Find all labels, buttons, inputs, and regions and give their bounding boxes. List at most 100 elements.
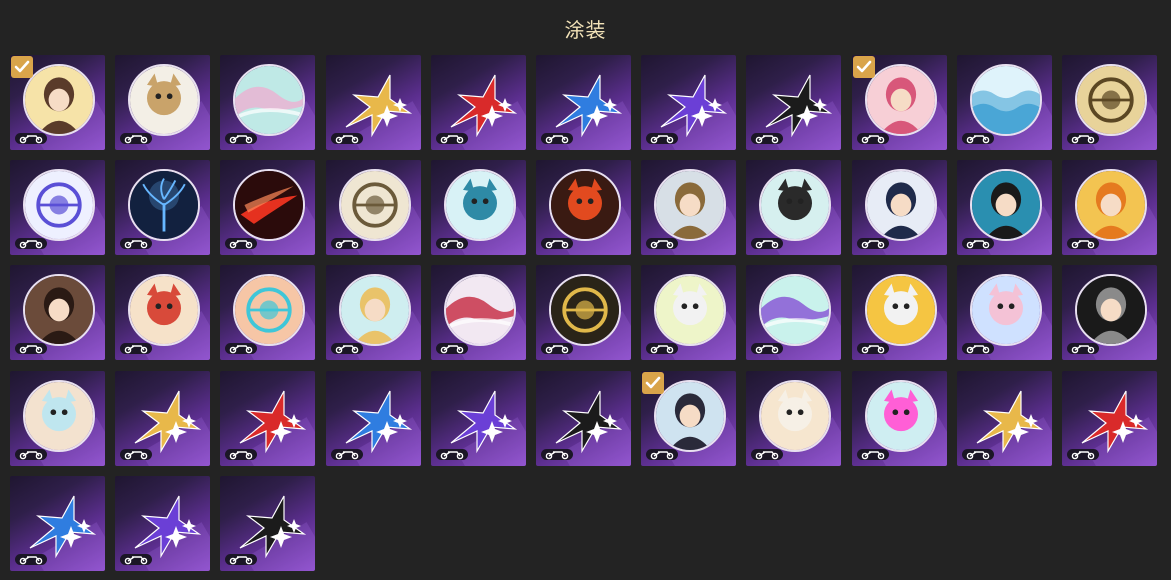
pink-character-icon bbox=[865, 64, 937, 136]
gold-emblem-icon bbox=[1075, 64, 1147, 136]
motorcycle-icon bbox=[646, 237, 678, 250]
skin-card[interactable] bbox=[1062, 55, 1157, 150]
skin-card[interactable] bbox=[852, 160, 947, 255]
skin-card[interactable] bbox=[220, 476, 315, 571]
motorcycle-icon bbox=[646, 448, 678, 461]
skin-card[interactable] bbox=[115, 371, 210, 466]
sheep-character-icon bbox=[865, 274, 937, 346]
checkmark-icon bbox=[11, 56, 33, 78]
skin-card[interactable] bbox=[10, 160, 105, 255]
checkmark-icon bbox=[642, 372, 664, 394]
skin-card[interactable] bbox=[641, 55, 736, 150]
skin-card[interactable] bbox=[1062, 265, 1157, 360]
motorcycle-icon bbox=[120, 448, 152, 461]
skin-card[interactable] bbox=[1062, 371, 1157, 466]
motorcycle-icon bbox=[1067, 342, 1099, 355]
skin-card[interactable] bbox=[746, 265, 841, 360]
skin-card[interactable] bbox=[115, 160, 210, 255]
skin-card[interactable] bbox=[641, 265, 736, 360]
skin-card[interactable] bbox=[220, 160, 315, 255]
skin-card[interactable] bbox=[957, 55, 1052, 150]
motorcycle-icon bbox=[751, 448, 783, 461]
white-hair-character-icon bbox=[759, 380, 831, 452]
skin-card[interactable] bbox=[957, 371, 1052, 466]
motorcycle-icon bbox=[962, 237, 994, 250]
motorcycle-icon bbox=[15, 448, 47, 461]
skin-card[interactable] bbox=[431, 371, 526, 466]
bunny-character-icon bbox=[654, 274, 726, 346]
skin-card[interactable] bbox=[1062, 160, 1157, 255]
motorcycle-icon bbox=[962, 342, 994, 355]
waves-icon bbox=[970, 64, 1042, 136]
motorcycle-icon bbox=[1067, 132, 1099, 145]
motorcycle-icon bbox=[120, 132, 152, 145]
black-hair-character-icon bbox=[654, 380, 726, 452]
skin-card[interactable] bbox=[115, 265, 210, 360]
blonde-character-icon bbox=[339, 274, 411, 346]
skin-card[interactable] bbox=[957, 160, 1052, 255]
motorcycle-icon bbox=[1067, 237, 1099, 250]
pink-cat-icon bbox=[865, 380, 937, 452]
skin-card[interactable] bbox=[431, 160, 526, 255]
skin-card[interactable] bbox=[10, 476, 105, 571]
motorcycle-icon bbox=[120, 553, 152, 566]
skin-card[interactable] bbox=[746, 55, 841, 150]
skin-card[interactable] bbox=[326, 55, 421, 150]
skin-card[interactable] bbox=[957, 265, 1052, 360]
pastel-swirl-icon bbox=[233, 64, 305, 136]
skin-card[interactable] bbox=[326, 265, 421, 360]
motorcycle-icon bbox=[120, 342, 152, 355]
skin-card[interactable] bbox=[536, 265, 631, 360]
gold-wings-icon bbox=[549, 274, 621, 346]
motorcycle-icon bbox=[857, 448, 889, 461]
skin-card[interactable] bbox=[220, 55, 315, 150]
skin-card[interactable] bbox=[220, 265, 315, 360]
skin-card[interactable] bbox=[431, 265, 526, 360]
dark-robot-icon bbox=[1075, 274, 1147, 346]
ring-planet-icon bbox=[339, 169, 411, 241]
skin-card[interactable] bbox=[115, 476, 210, 571]
skin-card[interactable] bbox=[431, 55, 526, 150]
motorcycle-icon bbox=[751, 342, 783, 355]
teal-figure-icon bbox=[23, 380, 95, 452]
glowing-tree-icon bbox=[128, 169, 200, 241]
skin-card[interactable] bbox=[220, 371, 315, 466]
skin-card[interactable] bbox=[326, 371, 421, 466]
motorcycle-icon bbox=[331, 237, 363, 250]
motorcycle-icon bbox=[436, 342, 468, 355]
motorcycle-icon bbox=[225, 237, 257, 250]
cyan-creature-icon bbox=[444, 169, 516, 241]
skin-card[interactable] bbox=[10, 265, 105, 360]
motorcycle-icon bbox=[225, 132, 257, 145]
castle-characters-icon bbox=[128, 274, 200, 346]
duo-portrait-icon bbox=[23, 274, 95, 346]
skin-card[interactable] bbox=[852, 371, 947, 466]
skin-card[interactable] bbox=[115, 55, 210, 150]
skin-card[interactable] bbox=[10, 371, 105, 466]
blue-portrait-icon bbox=[970, 169, 1042, 241]
motorcycle-icon bbox=[331, 448, 363, 461]
skin-card[interactable] bbox=[536, 160, 631, 255]
motorcycle-icon bbox=[120, 237, 152, 250]
motorcycle-icon bbox=[225, 553, 257, 566]
sparkle-blob-icon bbox=[759, 274, 831, 346]
motorcycle-icon bbox=[857, 132, 889, 145]
skin-card[interactable] bbox=[852, 55, 947, 150]
white-creature-icon bbox=[128, 64, 200, 136]
skin-card[interactable] bbox=[852, 265, 947, 360]
skin-card[interactable] bbox=[536, 371, 631, 466]
motorcycle-icon bbox=[857, 342, 889, 355]
motorcycle-icon bbox=[751, 132, 783, 145]
skin-card[interactable] bbox=[10, 55, 105, 150]
skin-card[interactable] bbox=[326, 160, 421, 255]
motorcycle-icon bbox=[962, 448, 994, 461]
skin-card[interactable] bbox=[536, 55, 631, 150]
character-portrait-icon bbox=[23, 64, 95, 136]
motorcycle-icon bbox=[646, 342, 678, 355]
skin-card[interactable] bbox=[746, 371, 841, 466]
motorcycle-icon bbox=[1067, 448, 1099, 461]
skin-card[interactable] bbox=[641, 371, 736, 466]
skin-card[interactable] bbox=[641, 160, 736, 255]
motorcycle-icon bbox=[541, 132, 573, 145]
skin-card[interactable] bbox=[746, 160, 841, 255]
